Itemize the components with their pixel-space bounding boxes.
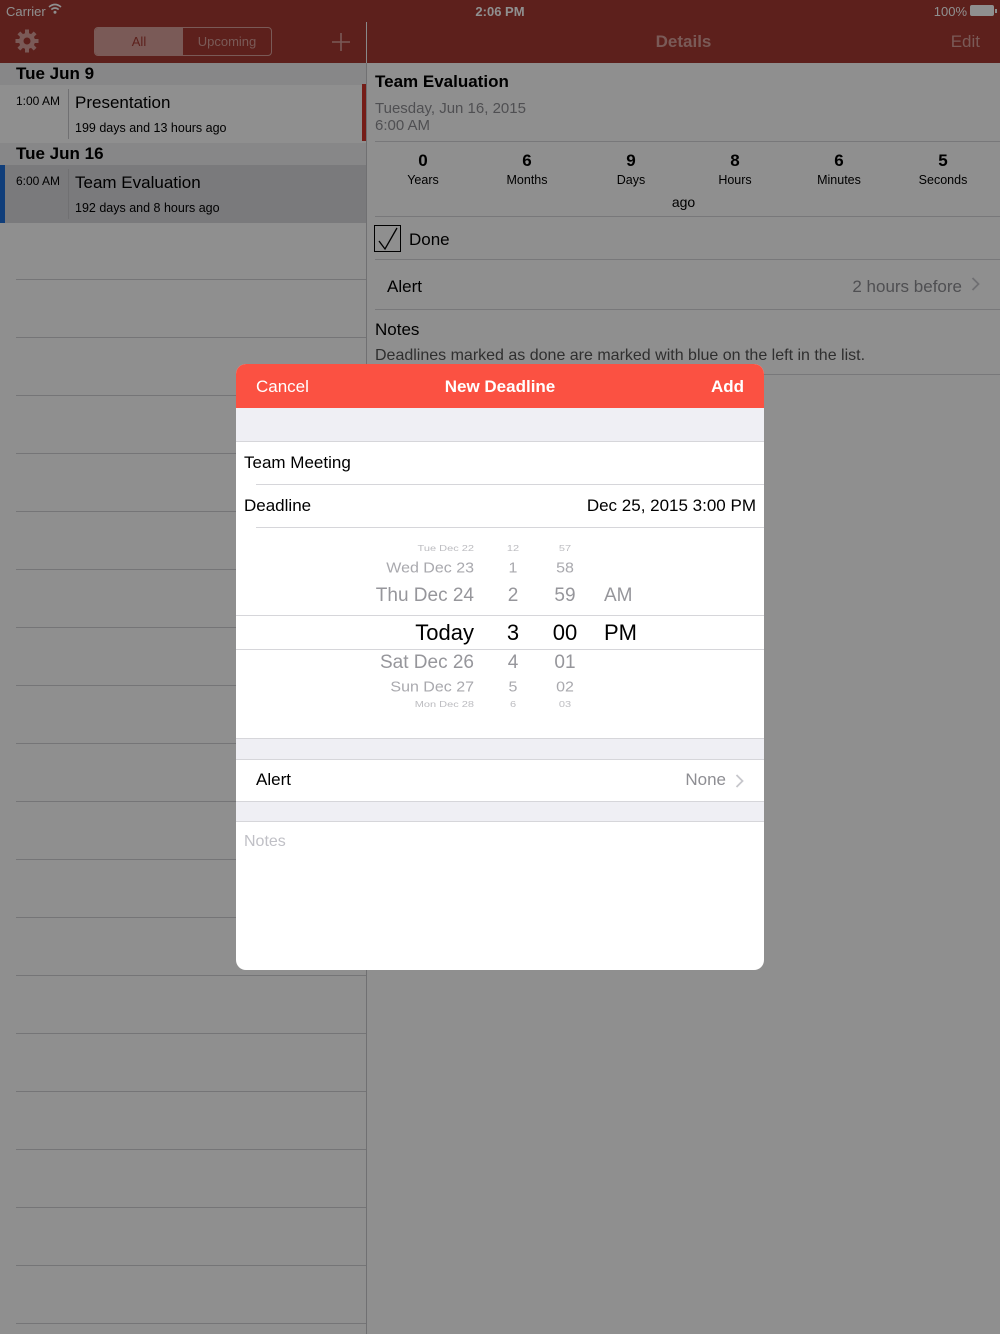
modal-alert-label: Alert [256,770,291,789]
picker-hour: 6 [509,700,517,709]
deadline-name-field[interactable]: Team Meeting [244,453,351,473]
modal-title: New Deadline [444,377,556,396]
picker-date: Today [415,620,474,645]
deadline-label: Deadline [244,496,312,515]
section-spacer [236,739,764,759]
section-spacer [236,408,764,441]
divider [236,759,764,760]
picker-hour: 5 [508,680,518,696]
divider [256,484,764,485]
modal-alert-value[interactable]: None [685,770,726,790]
picker-date: Sun Dec 27 [390,680,474,696]
deadline-value[interactable]: Dec 25, 2015 3:00 PM [587,496,756,516]
picker-minute: 59 [554,585,576,606]
picker-minute: 57 [558,544,572,553]
picker-ampm: AM [604,585,633,606]
picker-date: Thu Dec 24 [375,585,474,606]
picker-minute: 58 [556,561,574,577]
date-time-picker[interactable]: Tue Dec 22 12 57 Wed Dec 23 1 58 Thu Dec… [236,528,764,738]
picker-hour: 2 [507,585,519,606]
picker-selection-bottom [236,649,764,650]
new-deadline-modal: Cancel New Deadline Add Team Meeting Dea… [236,364,764,970]
picker-date: Tue Dec 22 [417,544,474,553]
picker-ampm: PM [604,620,637,645]
picker-date: Wed Dec 23 [386,561,474,577]
picker-minute: 00 [552,620,578,645]
divider [236,441,764,442]
picker-date: Mon Dec 28 [414,700,474,709]
picker-hour: 12 [506,544,520,553]
add-button[interactable]: Add [711,377,744,397]
picker-hour: 4 [507,652,519,673]
picker-hour: 3 [506,620,520,645]
picker-date: Sat Dec 26 [380,652,474,673]
section-spacer [236,802,764,821]
picker-hour: 1 [508,561,518,577]
divider [236,821,764,822]
picker-minute: 02 [556,680,574,696]
modal-nav-bar: Cancel New Deadline Add [236,364,764,408]
notes-input[interactable]: Notes [244,833,286,851]
picker-minute: 03 [558,700,572,709]
picker-selection-top [236,615,764,616]
chevron-right-icon [735,772,744,793]
picker-minute: 01 [554,652,576,673]
